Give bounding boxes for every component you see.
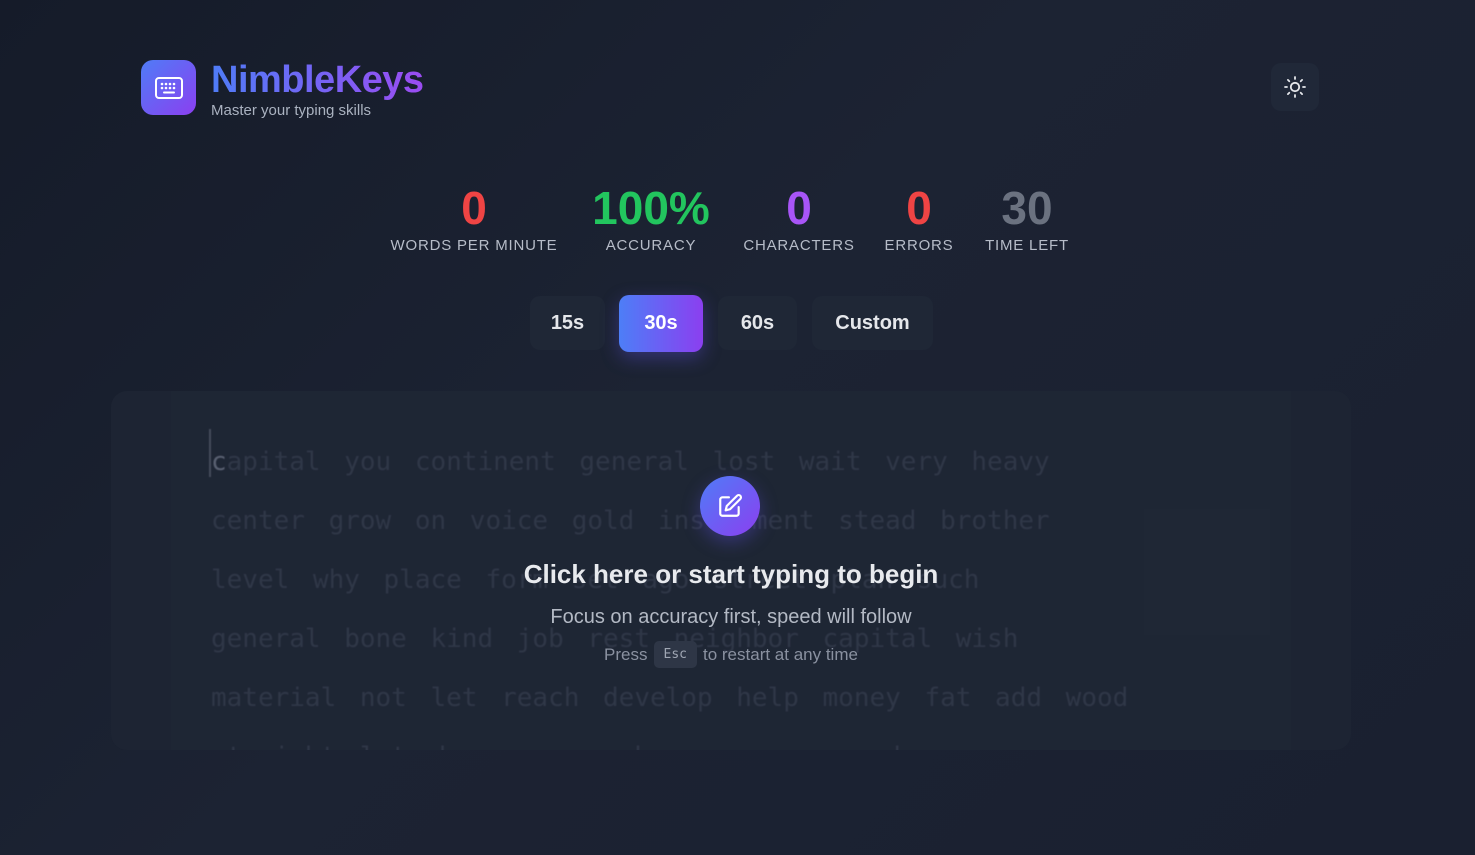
sun-icon [1284, 76, 1306, 98]
start-prompt: Click here or start typing to begin Focu… [111, 391, 1351, 750]
stat-wpm: 0 WORDS PER MINUTE [391, 182, 558, 254]
hint-before: Press [604, 644, 648, 664]
mode-custom-button[interactable]: Custom [812, 296, 933, 350]
stat-time-left: 30 TIME LEFT [985, 182, 1069, 254]
restart-hint: Press Esc to restart at any time [111, 641, 1351, 668]
keyboard-icon [141, 60, 196, 115]
mode-30s-button[interactable]: 30s [619, 295, 703, 352]
start-prompt-title: Click here or start typing to begin [523, 559, 939, 589]
edit-icon [700, 476, 760, 536]
mode-15s-button[interactable]: 15s [530, 296, 605, 350]
app-title: NimbleKeys [211, 59, 424, 101]
typing-area[interactable]: capital you continent general lost wait … [111, 391, 1351, 750]
hint-after: to restart at any time [703, 644, 858, 664]
wpm-value: 0 [461, 182, 487, 234]
stat-characters: 0 CHARACTERS [743, 182, 854, 254]
app-tagline: Master your typing skills [211, 102, 372, 119]
stat-errors: 0 ERRORS [885, 182, 954, 254]
wpm-label: WORDS PER MINUTE [390, 237, 558, 254]
stats-bar: 0 WORDS PER MINUTE 100% ACCURACY 0 CHARA… [0, 182, 1475, 262]
stat-accuracy: 100% ACCURACY [592, 182, 710, 254]
brand: NimbleKeys Master your typing skills [141, 59, 424, 119]
accuracy-label: ACCURACY [605, 237, 697, 254]
duration-selector: 15s 30s 60s Custom [0, 295, 1475, 354]
accuracy-value: 100% [592, 182, 710, 234]
esc-key-badge: Esc [653, 641, 697, 668]
time-left-label: TIME LEFT [985, 237, 1069, 254]
start-prompt-subtitle: Focus on accuracy first, speed will foll… [550, 606, 912, 628]
time-left-value: 30 [1001, 182, 1053, 234]
characters-label: CHARACTERS [743, 237, 855, 254]
errors-value: 0 [906, 182, 932, 234]
errors-label: ERRORS [884, 237, 954, 254]
mode-60s-button[interactable]: 60s [718, 296, 797, 350]
theme-toggle-button[interactable] [1271, 63, 1319, 111]
characters-value: 0 [786, 182, 812, 234]
